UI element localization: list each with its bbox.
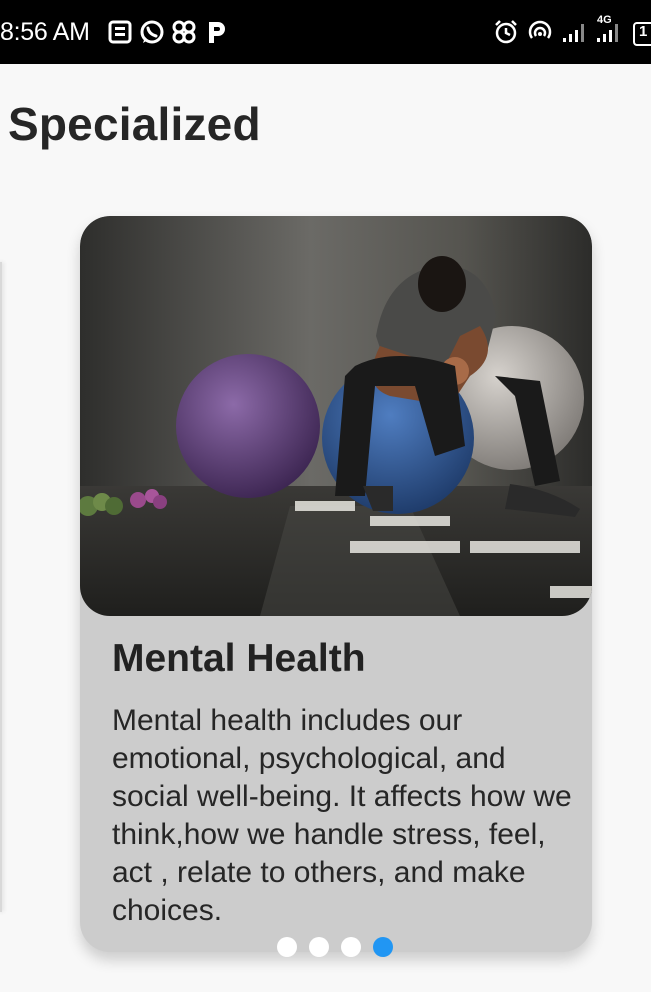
carousel-dot-active[interactable] xyxy=(373,937,393,957)
card-title: Mental Health xyxy=(112,637,366,680)
carousel-indicator xyxy=(277,937,393,957)
carousel-dot[interactable] xyxy=(341,937,361,957)
carousel-dot[interactable] xyxy=(277,937,297,957)
card-description: Mental health includes our emotional, ps… xyxy=(112,704,572,927)
notification-icons xyxy=(107,18,229,46)
status-bar: 8:56 AM 4G 1 xyxy=(0,0,651,64)
previous-card-edge[interactable] xyxy=(0,262,2,912)
news-icon xyxy=(108,20,132,44)
battery-level: 1 xyxy=(639,23,648,40)
system-icons: 4G 1 xyxy=(493,14,651,46)
card-image xyxy=(80,216,592,616)
network-type-label: 4G xyxy=(597,14,612,26)
signal-icon xyxy=(563,24,584,42)
alarm-icon xyxy=(495,20,517,44)
hotspot-icon xyxy=(528,20,552,39)
pinwheel-icon xyxy=(172,20,196,44)
p-app-icon xyxy=(209,22,225,43)
signal-4g-icon: 4G xyxy=(595,14,623,46)
whatsapp-icon xyxy=(140,20,164,44)
battery-icon: 1 xyxy=(631,18,651,46)
carousel-card-mental-health[interactable]: Mental Health Mental health includes our… xyxy=(80,216,592,952)
carousel-dot[interactable] xyxy=(309,937,329,957)
status-time: 8:56 AM xyxy=(0,18,90,46)
page-title: Specialized xyxy=(8,98,261,150)
